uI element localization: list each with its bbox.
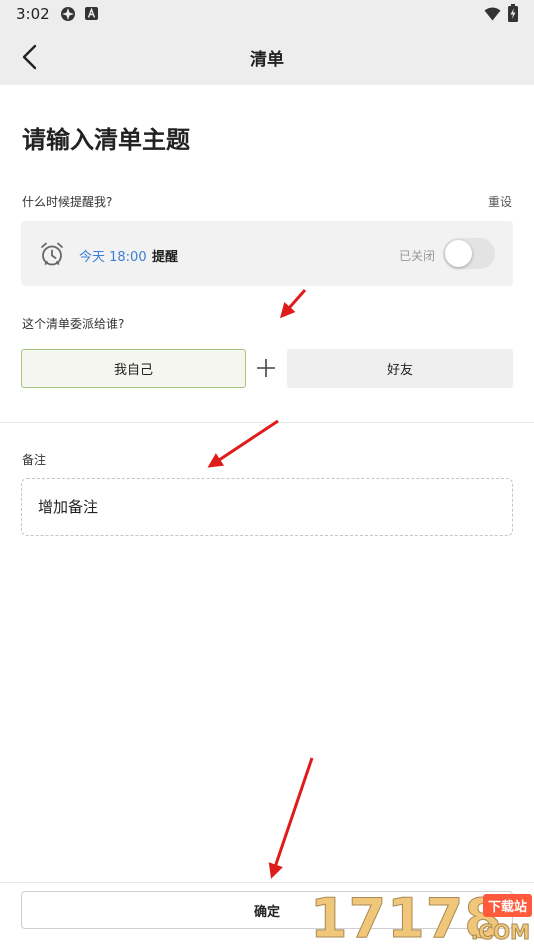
- assign-friend-button[interactable]: 好友: [287, 349, 513, 388]
- note-input[interactable]: [21, 478, 513, 536]
- watermark-tag: 下载站: [482, 894, 532, 917]
- site-watermark: 17178 下载站 .COM: [310, 887, 534, 950]
- reminder-toggle[interactable]: [443, 238, 495, 269]
- reminder-label: 提醒: [152, 250, 179, 265]
- status-bar: 3:02: [0, 0, 534, 28]
- section-divider: [0, 422, 534, 423]
- reminder-time[interactable]: 今天 18:00: [79, 246, 147, 265]
- annotation-arrow-confirm: [268, 757, 314, 879]
- annotation-arrow-assign: [280, 289, 307, 319]
- reset-button[interactable]: 重设: [488, 193, 512, 210]
- assign-self-button[interactable]: 我自己: [21, 349, 246, 388]
- page-title: 清单: [250, 50, 284, 70]
- assign-section-label: 这个清单委派给谁?: [22, 317, 125, 331]
- watermark-suffix: .COM: [470, 920, 530, 945]
- wifi-icon: [484, 7, 501, 21]
- app-bar: 清单: [0, 28, 534, 85]
- reminder-section-label: 什么时候提醒我?: [22, 195, 113, 209]
- battery-charging-icon: [508, 4, 518, 22]
- app-notification-icon: [61, 7, 75, 21]
- note-section-label: 备注: [22, 453, 47, 467]
- plus-icon: [257, 359, 275, 377]
- topic-input[interactable]: [22, 120, 512, 160]
- font-notification-icon: [85, 7, 98, 20]
- alarm-clock-icon: [41, 242, 63, 266]
- annotation-arrow-note: [207, 419, 279, 468]
- status-time: 3:02: [16, 5, 50, 23]
- reminder-card[interactable]: 今天 18:00 提醒 已关闭: [21, 221, 513, 286]
- toggle-knob: [445, 240, 472, 267]
- reminder-status: 已关闭: [398, 249, 435, 263]
